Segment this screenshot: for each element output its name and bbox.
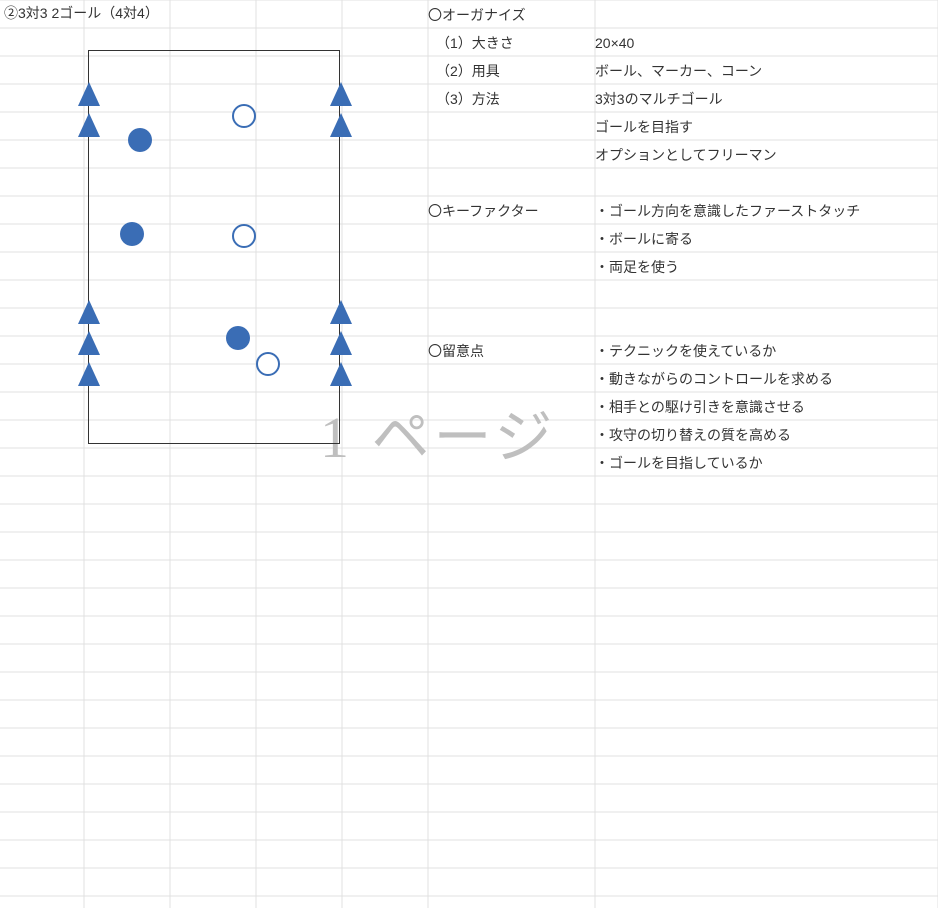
player-open-icon — [256, 352, 280, 376]
caution-heading: 〇留意点 — [428, 342, 484, 362]
organize-heading: 〇オーガナイズ — [428, 6, 526, 26]
caution-item-5: ・ゴールを目指しているか — [595, 454, 763, 474]
organize-item-3-value: 3対3のマルチゴール — [595, 90, 723, 110]
player-solid-icon — [226, 326, 250, 350]
organize-extra-1: ゴールを目指す — [595, 118, 693, 138]
caution-item-1: ・テクニックを使えているか — [595, 342, 776, 362]
player-solid-icon — [128, 128, 152, 152]
cone-marker-icon — [78, 300, 100, 324]
organize-extra-2: オプションとしてフリーマン — [595, 146, 777, 166]
organize-item-1-label: （1）大きさ — [436, 34, 514, 54]
organize-item-3-label: （3）方法 — [436, 90, 500, 110]
drill-title: ②3対3 2ゴール（4対4） — [4, 4, 159, 24]
cone-marker-icon — [330, 82, 352, 106]
field-rectangle — [88, 50, 340, 444]
cone-marker-icon — [330, 331, 352, 355]
cone-marker-icon — [78, 82, 100, 106]
organize-item-1-value: 20×40 — [595, 34, 634, 54]
keyfactor-heading: 〇キーファクター — [428, 202, 539, 222]
keyfactor-item-1: ・ゴール方向を意識したファーストタッチ — [595, 202, 860, 222]
caution-item-3: ・相手との駆け引きを意識させる — [595, 398, 805, 418]
player-open-icon — [232, 224, 256, 248]
keyfactor-item-3: ・両足を使う — [595, 258, 679, 278]
player-open-icon — [232, 104, 256, 128]
cone-marker-icon — [78, 362, 100, 386]
cone-marker-icon — [330, 113, 352, 137]
cone-marker-icon — [78, 331, 100, 355]
cone-marker-icon — [78, 113, 100, 137]
caution-item-2: ・動きながらのコントロールを求める — [595, 370, 833, 390]
cone-marker-icon — [330, 362, 352, 386]
keyfactor-item-2: ・ボールに寄る — [595, 230, 693, 250]
organize-item-2-label: （2）用具 — [436, 62, 500, 82]
player-solid-icon — [120, 222, 144, 246]
caution-item-4: ・攻守の切り替えの質を高める — [595, 426, 791, 446]
organize-item-2-value: ボール、マーカー、コーン — [595, 62, 762, 82]
cone-marker-icon — [330, 300, 352, 324]
